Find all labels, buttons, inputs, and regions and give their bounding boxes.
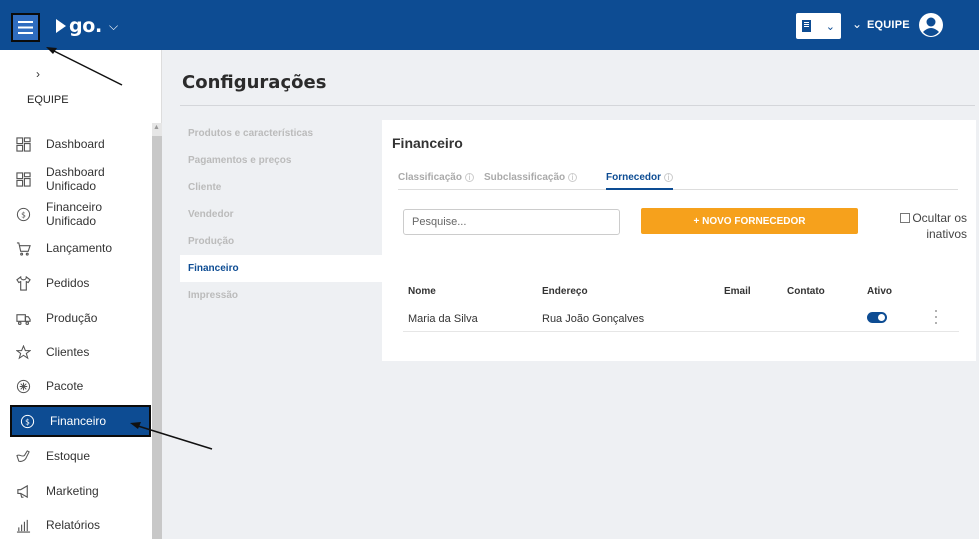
sidebar-item-label: Dashboard: [46, 137, 105, 151]
sidebar-item-label: Financeiro: [50, 414, 107, 428]
top-bar: go. ⌵ ⌄ ⌄ EQUIPE: [0, 0, 979, 50]
info-icon: i: [568, 173, 578, 182]
divider: [180, 105, 975, 106]
tab-bar: Classificação i Subclassificação i Fornece…: [398, 172, 958, 190]
tab-classificacao[interactable]: Classificação i: [398, 172, 474, 190]
column-header-ativo: Ativo: [867, 286, 892, 297]
scrollbar-thumb[interactable]: [152, 136, 162, 539]
row-options-icon[interactable]: [934, 310, 938, 324]
hamburger-icon: [18, 21, 33, 34]
sidebar-item-label: Relatórios: [46, 518, 101, 532]
submenu-item-cliente[interactable]: Cliente: [180, 174, 382, 201]
submenu-item-producao[interactable]: Produção: [180, 228, 382, 255]
sidebar-item-relatorios[interactable]: Relatórios: [8, 510, 150, 539]
user-avatar-icon[interactable]: [918, 12, 944, 38]
submenu-item-impressao[interactable]: Impressão: [180, 282, 382, 309]
chevron-down-icon: ⌵: [108, 18, 119, 33]
scroll-up-arrow-icon[interactable]: ▲: [153, 124, 160, 131]
team-menu-label[interactable]: EQUIPE: [867, 19, 910, 31]
company-selector[interactable]: ⌄: [796, 13, 841, 39]
cart-icon: [14, 239, 32, 257]
cell-nome: Maria da Silva: [408, 313, 478, 325]
tab-label: Classificação: [398, 172, 462, 183]
sidebar-item-dashboard-unificado[interactable]: Dashboard Unificado: [8, 164, 150, 194]
app-logo-switcher[interactable]: go. ⌵: [56, 15, 118, 37]
checkbox-icon[interactable]: [900, 213, 911, 223]
building-icon: [802, 20, 811, 32]
chevron-down-icon: ⌄: [825, 20, 835, 33]
sidebar-item-label: Clientes: [46, 345, 90, 359]
dollar-circle-icon: $: [18, 412, 36, 430]
package-icon: [14, 377, 32, 395]
sidebar-item-pedidos[interactable]: Pedidos: [8, 268, 150, 298]
dashboard-icon: [14, 135, 32, 153]
financeiro-panel: Financeiro Classificação i Subclassificaç…: [382, 120, 976, 361]
sidebar-item-financeiro[interactable]: $ Financeiro: [10, 405, 151, 437]
sidebar-item-label: Pedidos: [46, 276, 90, 290]
sidebar-item-label: Estoque: [46, 449, 91, 463]
sidebar-item-label: Lançamento: [46, 241, 113, 255]
cell-endereco: Rua João Gonçalves: [542, 313, 645, 325]
submenu-item-vendedor[interactable]: Vendedor: [180, 201, 382, 228]
tab-fornecedor[interactable]: Fornecedor i: [606, 172, 674, 190]
shirt-icon: [14, 274, 32, 292]
page-title: Configurações: [182, 72, 327, 93]
info-icon: i: [464, 173, 474, 182]
submenu-item-pagamentos[interactable]: Pagamentos e preços: [180, 147, 382, 174]
play-logo-icon: [56, 19, 66, 33]
hamburger-menu-button[interactable]: [11, 13, 40, 42]
sidebar-item-clientes[interactable]: Clientes: [8, 337, 150, 367]
dashboard-icon: [14, 170, 32, 188]
tab-label: Fornecedor: [606, 172, 662, 183]
sidebar-item-label: Financeiro Unificado: [46, 200, 103, 228]
logo-text: go.: [69, 15, 102, 37]
sidebar-item-label: Produção: [46, 311, 98, 325]
column-header-nome: Nome: [408, 286, 436, 297]
chart-icon: [14, 516, 32, 534]
star-icon: [14, 343, 32, 361]
sidebar-item-lancamento[interactable]: Lançamento: [8, 233, 150, 263]
table-row-divider: [403, 331, 959, 332]
tab-subclassificacao[interactable]: Subclassificação i: [484, 172, 578, 190]
tab-label: Subclassificação: [484, 172, 566, 183]
column-header-endereco: Endereço: [542, 286, 588, 297]
sidebar-item-pacote[interactable]: Pacote: [8, 371, 150, 401]
submenu-item-produtos[interactable]: Produtos e características: [180, 120, 382, 147]
chevron-down-icon[interactable]: ⌄: [852, 17, 862, 31]
info-icon: i: [664, 173, 674, 182]
hide-inactive-label: Ocultar os inativos: [912, 211, 967, 241]
settings-sub-menu: Produtos e características Pagamentos e …: [180, 120, 382, 309]
sidebar-item-dashboard[interactable]: Dashboard: [8, 129, 150, 159]
dollar-circle-icon: $: [14, 205, 32, 223]
sidebar-item-marketing[interactable]: Marketing: [8, 476, 150, 506]
sidebar-item-label: Pacote: [46, 379, 84, 393]
sidebar-item-estoque[interactable]: Estoque: [8, 441, 150, 471]
column-header-contato: Contato: [787, 286, 825, 297]
column-header-email: Email: [724, 286, 751, 297]
sidebar-item-label: Dashboard Unificado: [46, 165, 105, 193]
sidebar-item-financeiro-unificado[interactable]: $ Financeiro Unificado: [8, 199, 150, 229]
search-input[interactable]: [403, 209, 620, 235]
panel-title: Financeiro: [392, 135, 463, 151]
submenu-item-financeiro[interactable]: Financeiro: [180, 255, 382, 282]
sidebar-team-name: EQUIPE: [27, 94, 69, 106]
sidebar-item-producao[interactable]: Produção: [8, 303, 150, 333]
sidebar-item-label: Marketing: [46, 484, 99, 498]
truck-icon: [14, 309, 32, 327]
active-toggle[interactable]: [867, 312, 887, 323]
new-supplier-button[interactable]: + NOVO FORNECEDOR: [641, 208, 858, 234]
stock-icon: [14, 447, 32, 465]
svg-text:$: $: [21, 210, 26, 219]
chevron-right-icon[interactable]: ›: [36, 67, 40, 81]
hide-inactive-checkbox[interactable]: Ocultar os inativos: [887, 210, 967, 242]
megaphone-icon: [14, 482, 32, 500]
svg-text:$: $: [25, 417, 30, 426]
